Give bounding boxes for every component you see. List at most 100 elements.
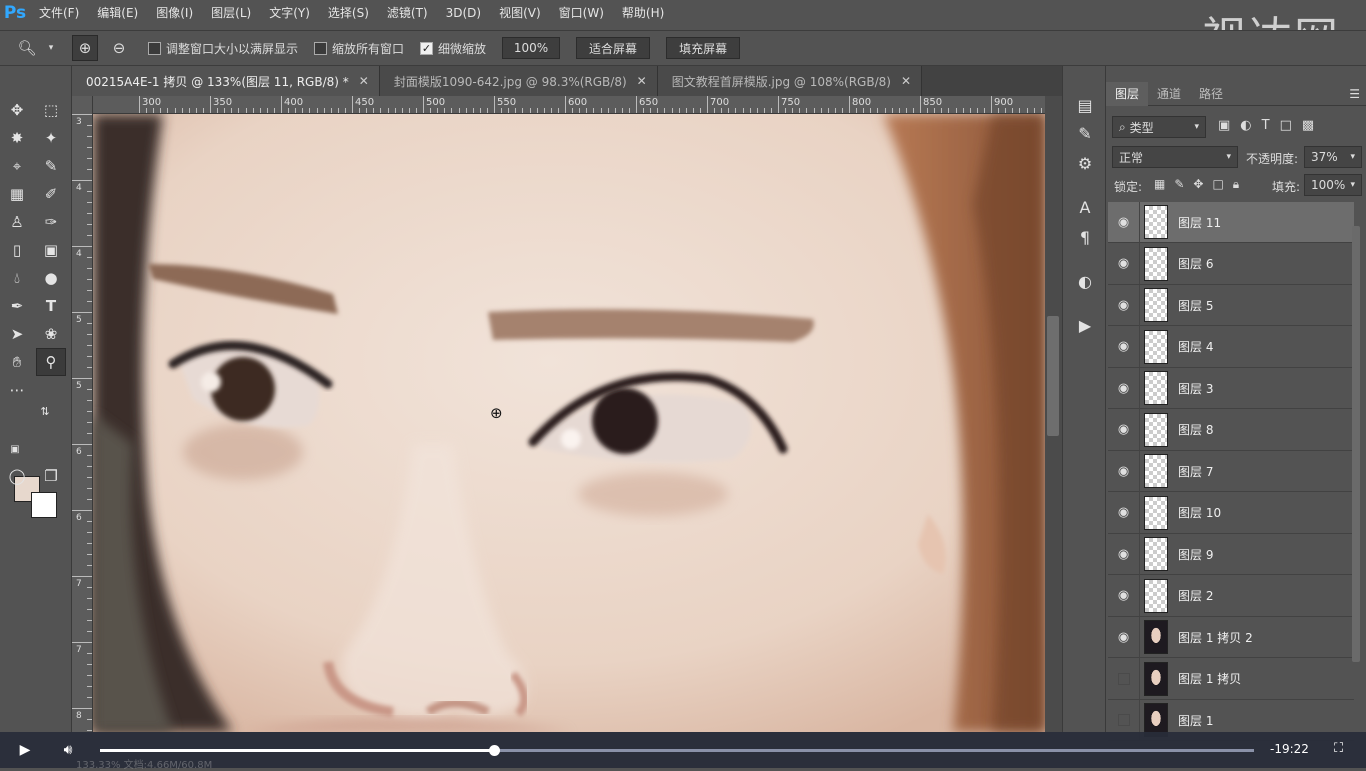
path-selection-tool-icon[interactable]: ➤ bbox=[2, 320, 32, 348]
scrubby-zoom-checkbox[interactable]: ✓ bbox=[420, 41, 434, 55]
play-button[interactable]: ▶ bbox=[16, 741, 34, 759]
volume-icon[interactable]: 🔊︎ bbox=[58, 741, 78, 759]
tab-document-2[interactable]: 封面模版1090-642.jpg @ 98.3%(RGB/8) ✕ bbox=[379, 66, 658, 96]
layer-row[interactable]: ◉ 图层 6 bbox=[1108, 243, 1354, 285]
custom-shape-tool-icon[interactable]: ❀ bbox=[36, 320, 66, 348]
layer-row[interactable]: ◉ 图层 4 bbox=[1108, 326, 1354, 368]
layer-row[interactable]: ◉ 图层 11 bbox=[1108, 201, 1354, 243]
zoom-all-option[interactable]: 缩放所有窗口 bbox=[314, 40, 404, 57]
fit-screen-button[interactable]: 适合屏幕 bbox=[576, 37, 651, 59]
move-tool-icon[interactable]: ✥ bbox=[2, 96, 32, 124]
canvas-scrollbar-thumb[interactable] bbox=[1047, 316, 1059, 436]
layer-filter-select[interactable]: ⌕ 类型 ▾ bbox=[1112, 116, 1206, 138]
tab-document-1[interactable]: 00215A4E-1 拷贝 @ 133%(图层 11, RGB/8) * ✕ bbox=[72, 66, 380, 96]
close-icon[interactable]: ✕ bbox=[359, 74, 369, 88]
clone-stamp-tool-icon[interactable]: ♙ bbox=[2, 208, 32, 236]
lock-icons[interactable]: ▦✎✥□🔒︎ bbox=[1154, 177, 1248, 192]
document-canvas[interactable] bbox=[93, 114, 1045, 732]
gradient-tool-icon[interactable]: ▣ bbox=[36, 236, 66, 264]
blur-tool-icon[interactable]: 💧︎ bbox=[2, 264, 32, 292]
hand-tool-icon[interactable]: ✋︎ bbox=[2, 348, 32, 376]
menu-layer[interactable]: 图层(L) bbox=[202, 0, 260, 26]
paragraph-panel-icon[interactable]: ¶ bbox=[1074, 226, 1096, 248]
chevron-down-icon[interactable]: ▾ bbox=[38, 35, 64, 61]
eye-icon[interactable]: ◉ bbox=[1108, 201, 1140, 243]
seek-handle[interactable] bbox=[489, 745, 500, 756]
layer-row[interactable]: ◉ 图层 7 bbox=[1108, 450, 1354, 492]
vertical-ruler[interactable]: 3 4 4 5 5 6 6 7 7 8 bbox=[72, 96, 93, 732]
fullscreen-icon[interactable]: ⛶ bbox=[1334, 741, 1343, 756]
resize-windows-option[interactable]: 调整窗口大小以满屏显示 bbox=[148, 40, 298, 57]
tab-layers[interactable]: 图层 bbox=[1106, 81, 1149, 106]
close-icon[interactable]: ✕ bbox=[637, 74, 647, 88]
background-color-swatch[interactable] bbox=[31, 492, 57, 518]
layer-row[interactable]: ◉ 图层 9 bbox=[1108, 533, 1354, 575]
history-panel-icon[interactable]: ▤ bbox=[1074, 94, 1096, 116]
resize-windows-checkbox[interactable] bbox=[148, 41, 161, 55]
layer-row[interactable]: ◉ 图层 2 bbox=[1108, 575, 1354, 617]
fill-screen-button[interactable]: 填充屏幕 bbox=[666, 37, 741, 59]
menu-view[interactable]: 视图(V) bbox=[490, 0, 550, 26]
type-tool-icon[interactable]: T bbox=[36, 292, 66, 320]
eye-icon[interactable]: ◉ bbox=[1108, 575, 1140, 616]
layer-filter-icons[interactable]: ▣◐T□▩ bbox=[1218, 118, 1324, 133]
eye-icon[interactable]: ◉ bbox=[1108, 367, 1140, 409]
screen-mode-icon[interactable]: ❐ bbox=[36, 462, 66, 490]
menu-image[interactable]: 图像(I) bbox=[147, 0, 202, 26]
eraser-tool-icon[interactable]: ▯ bbox=[2, 236, 32, 264]
layer-row[interactable]: ◉ 图层 10 bbox=[1108, 492, 1354, 534]
healing-brush-tool-icon[interactable]: ▦ bbox=[2, 180, 32, 208]
eye-icon[interactable]: ◉ bbox=[1108, 616, 1140, 658]
menu-edit[interactable]: 编辑(E) bbox=[88, 0, 147, 26]
zoom-tool-icon[interactable]: ⚲ bbox=[36, 348, 66, 376]
adjustments-icon[interactable]: ⚙ bbox=[1074, 152, 1096, 174]
menu-filter[interactable]: 滤镜(T) bbox=[378, 0, 437, 26]
zoom-out-icon[interactable]: ⊖ bbox=[106, 35, 132, 61]
menu-window[interactable]: 窗口(W) bbox=[550, 0, 613, 26]
character-panel-icon[interactable]: A bbox=[1074, 196, 1096, 218]
marquee-tool-icon[interactable]: ⬚ bbox=[36, 96, 66, 124]
layer-row[interactable]: 图层 1 拷贝 bbox=[1108, 658, 1354, 700]
properties-icon[interactable]: ◐ bbox=[1074, 270, 1096, 292]
menu-select[interactable]: 选择(S) bbox=[319, 0, 378, 26]
panel-menu-icon[interactable]: ☰ bbox=[1349, 87, 1360, 101]
layer-row[interactable]: ◉ 图层 1 拷贝 2 bbox=[1108, 616, 1354, 658]
horizontal-ruler[interactable]: 300 350 400 450 500 550 600 650 700 750 800 850 900 bbox=[93, 96, 1045, 114]
menu-help[interactable]: 帮助(H) bbox=[613, 0, 673, 26]
crop-tool-icon[interactable]: ⌖ bbox=[2, 152, 32, 180]
brush-tool-icon[interactable]: ✐ bbox=[36, 180, 66, 208]
tab-paths[interactable]: 路径 bbox=[1190, 82, 1232, 106]
eye-icon[interactable]: ◉ bbox=[1108, 243, 1140, 284]
eyedropper-tool-icon[interactable]: ✎ bbox=[36, 152, 66, 180]
eye-icon[interactable]: ◉ bbox=[1108, 409, 1140, 450]
menu-3d[interactable]: 3D(D) bbox=[437, 0, 490, 26]
zoom-percent-field[interactable]: 100% bbox=[502, 37, 561, 59]
blend-mode-select[interactable]: 正常 ▾ bbox=[1112, 146, 1238, 168]
quick-mask-icon[interactable]: ◯ bbox=[2, 462, 32, 490]
pen-tool-icon[interactable]: ✒ bbox=[2, 292, 32, 320]
layer-row[interactable]: ◉ 图层 5 bbox=[1108, 284, 1354, 326]
brush-settings-icon[interactable]: ✎ bbox=[1074, 122, 1096, 144]
tab-channels[interactable]: 通道 bbox=[1148, 82, 1190, 106]
eye-icon[interactable]: ◉ bbox=[1108, 450, 1140, 492]
tab-document-3[interactable]: 图文教程首屏模版.jpg @ 108%(RGB/8) ✕ bbox=[657, 66, 923, 96]
zoom-all-checkbox[interactable] bbox=[314, 41, 328, 55]
lasso-tool-icon[interactable]: ✸ bbox=[2, 124, 32, 152]
history-brush-tool-icon[interactable]: ✑ bbox=[36, 208, 66, 236]
opacity-field[interactable]: 37% ▾ bbox=[1304, 146, 1362, 168]
eye-icon[interactable]: ◉ bbox=[1108, 492, 1140, 533]
close-icon[interactable]: ✕ bbox=[901, 74, 911, 88]
eye-icon[interactable]: ◉ bbox=[1108, 284, 1140, 326]
layer-row[interactable]: ◉ 图层 8 bbox=[1108, 409, 1354, 451]
magic-wand-tool-icon[interactable]: ✦ bbox=[36, 124, 66, 152]
menu-type[interactable]: 文字(Y) bbox=[260, 0, 319, 26]
visibility-toggle[interactable] bbox=[1108, 658, 1140, 699]
zoom-in-icon[interactable]: ⊕ bbox=[72, 35, 98, 61]
eye-icon[interactable]: ◉ bbox=[1108, 326, 1140, 367]
more-tools-icon[interactable]: ⋯ bbox=[2, 376, 32, 404]
layer-row[interactable]: ◉ 图层 3 bbox=[1108, 367, 1354, 409]
swap-colors-icon[interactable]: ⇅ bbox=[36, 402, 54, 420]
actions-play-icon[interactable]: ▶ bbox=[1074, 314, 1096, 336]
menu-file[interactable]: 文件(F) bbox=[30, 0, 88, 26]
zoom-tool-preset-icon[interactable]: 🔍︎ bbox=[14, 35, 40, 61]
